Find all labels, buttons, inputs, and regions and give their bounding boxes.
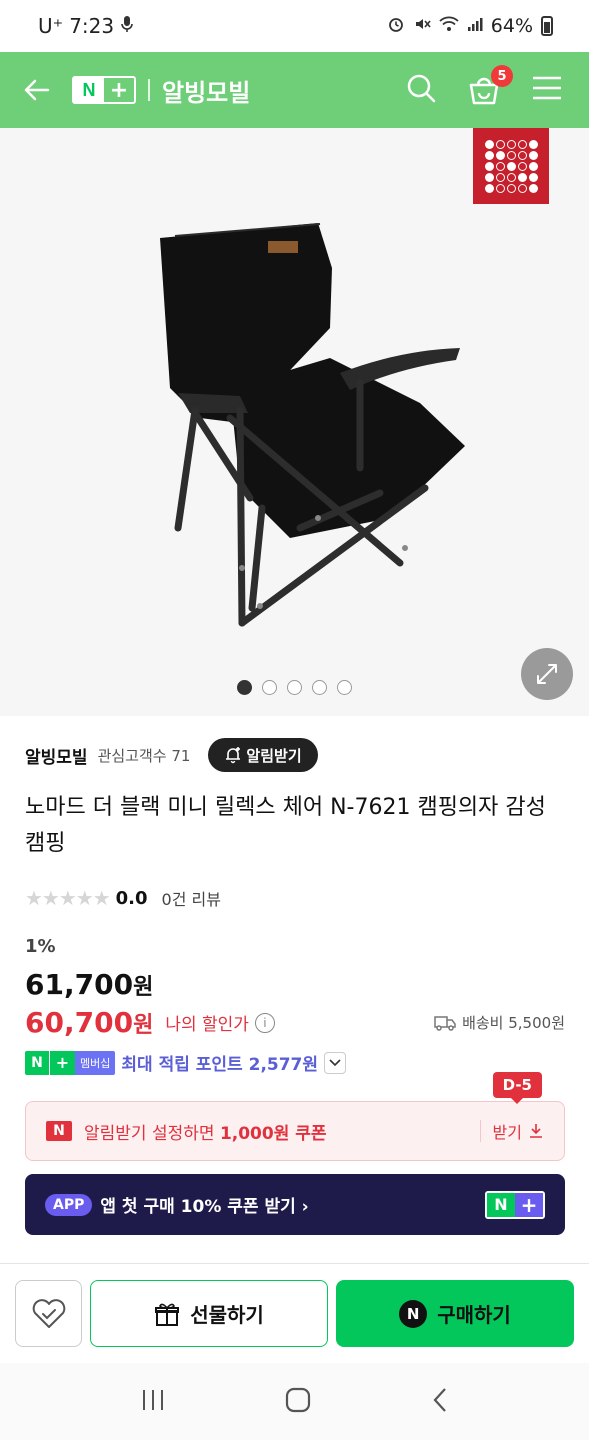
search-button[interactable] xyxy=(405,72,437,108)
carrier-label: U⁺ xyxy=(38,14,64,38)
coupon-receive-label: 받기 xyxy=(492,1123,522,1142)
mic-icon xyxy=(120,15,134,37)
store-followers: 관심고객수 71 xyxy=(97,746,191,765)
shipping-info: 배송비 5,500원 xyxy=(434,1012,565,1033)
alarm-icon xyxy=(387,15,405,38)
purchase-action-bar: 선물하기 N 구매하기 xyxy=(0,1263,589,1363)
product-image-chair xyxy=(160,223,465,627)
app-banner-text: 앱 첫 구매 10% 쿠폰 받기 › xyxy=(100,1197,309,1217)
recent-apps-icon xyxy=(142,1389,163,1410)
home-icon xyxy=(286,1387,311,1412)
membership-label: 멤버십 xyxy=(75,1050,116,1075)
mute-icon xyxy=(413,15,431,38)
status-bar: U⁺ 7:23 64% xyxy=(0,0,589,52)
menu-button[interactable] xyxy=(531,75,563,105)
search-icon xyxy=(407,74,436,103)
info-icon[interactable]: i xyxy=(254,1012,275,1033)
my-sale-label: 나의 할인가 xyxy=(165,1015,249,1035)
nav-divider xyxy=(148,79,150,101)
star-rating-icon: ★★★★★ xyxy=(25,886,111,910)
cart-count-badge: 5 xyxy=(491,65,513,87)
naver-plus-membership-badge: N + 멤버십 xyxy=(25,1050,116,1075)
bell-plus-icon xyxy=(226,747,241,764)
wifi-icon xyxy=(439,15,459,37)
discount-rate: 1% xyxy=(25,936,56,957)
currency-label: 원 xyxy=(133,1013,154,1038)
chevron-left-icon xyxy=(433,1387,446,1412)
currency-label: 원 xyxy=(133,975,154,1000)
gift-icon xyxy=(155,1303,180,1326)
system-nav-bar xyxy=(0,1363,589,1440)
membership-plus: + xyxy=(49,1050,75,1075)
gift-button[interactable]: 선물하기 xyxy=(90,1280,328,1347)
max-points-text: 최대 적립 포인트 2,577원 xyxy=(121,1055,319,1075)
brand-logo xyxy=(473,128,549,204)
wishlist-button[interactable] xyxy=(15,1280,82,1347)
signal-icon xyxy=(467,15,483,37)
truck-icon xyxy=(434,1015,456,1031)
buy-button[interactable]: N 구매하기 xyxy=(336,1280,574,1347)
gallery-dot[interactable] xyxy=(287,680,302,695)
buy-label: 구매하기 xyxy=(437,1303,511,1327)
membership-n: N xyxy=(25,1050,49,1075)
arrow-left-icon xyxy=(24,79,50,101)
app-coupon-banner[interactable]: APP 앱 첫 구매 10% 쿠폰 받기 › N + xyxy=(25,1174,565,1235)
gallery-dot[interactable] xyxy=(312,680,327,695)
back-button[interactable] xyxy=(20,74,52,106)
download-icon xyxy=(530,1124,542,1138)
store-alert-button[interactable]: 알림받기 xyxy=(208,738,318,772)
logo-n: N xyxy=(74,78,104,102)
gift-label: 선물하기 xyxy=(190,1303,264,1327)
original-price-value: 61,700 xyxy=(25,968,134,1001)
membership-points-row[interactable]: N + 멤버십 최대 적립 포인트 2,577원 xyxy=(25,1050,347,1075)
chevron-down-icon[interactable] xyxy=(324,1051,347,1074)
heart-check-icon xyxy=(32,1298,65,1328)
app-logo-plus: + xyxy=(515,1192,543,1217)
coupon-n-icon: N xyxy=(46,1121,72,1141)
shipping-fee: 배송비 5,500원 xyxy=(462,1014,565,1032)
gallery-pagination xyxy=(0,680,589,695)
header-store-name[interactable]: 알빙모빌 xyxy=(162,73,250,108)
store-alert-label: 알림받기 xyxy=(246,746,302,765)
app-tag: APP xyxy=(45,1193,93,1216)
time-label: 7:23 xyxy=(69,14,115,38)
coupon-text-prefix: 알림받기 설정하면 xyxy=(84,1123,220,1144)
gallery-dot[interactable] xyxy=(262,680,277,695)
home-button[interactable] xyxy=(285,1387,311,1417)
system-back-button[interactable] xyxy=(431,1387,449,1417)
hamburger-menu-icon xyxy=(533,76,561,100)
product-title: 노마드 더 블랙 미니 릴렉스 체어 N-7621 캠핑의자 감성캠핑 xyxy=(25,795,546,856)
coupon-text: 알림받기 설정하면 1,000원 쿠폰 xyxy=(84,1119,327,1144)
rating-value: 0.0 xyxy=(115,887,148,909)
top-nav: N + 알빙모빌 5 xyxy=(0,52,589,128)
d-day-badge: D-5 xyxy=(492,1072,542,1104)
coupon-receive-button[interactable]: 받기 xyxy=(479,1120,544,1142)
review-count: 0건 리뷰 xyxy=(161,890,221,909)
naver-pay-n-icon: N xyxy=(399,1299,428,1328)
naver-plus-logo[interactable]: N + xyxy=(72,76,136,104)
cart-button[interactable]: 5 xyxy=(467,65,513,107)
battery-label: 64% xyxy=(490,15,533,37)
coupon-amount: 1,000원 쿠폰 xyxy=(219,1123,327,1144)
store-info-row: 알빙모빌 관심고객수 71 알림받기 xyxy=(25,736,318,774)
sale-price-row: 60,700원 나의 할인가 i 배송비 5,500원 xyxy=(25,1006,565,1039)
alert-coupon-banner[interactable]: D-5 N 알림받기 설정하면 1,000원 쿠폰 받기 xyxy=(25,1072,565,1161)
logo-plus: + xyxy=(109,77,129,103)
gallery-dot[interactable] xyxy=(237,680,252,695)
naver-plus-logo-small: N + xyxy=(485,1190,545,1219)
rating-row[interactable]: ★★★★★ 0.0 0건 리뷰 xyxy=(25,886,221,910)
recent-apps-button[interactable] xyxy=(140,1388,166,1416)
store-name-link[interactable]: 알빙모빌 xyxy=(25,743,88,768)
battery-icon xyxy=(541,16,553,36)
sale-price-value: 60,700 xyxy=(25,1006,134,1039)
sale-price: 60,700원 xyxy=(25,1006,153,1039)
app-logo-n: N xyxy=(487,1192,515,1217)
gallery-dot[interactable] xyxy=(337,680,352,695)
product-image-gallery[interactable] xyxy=(0,128,589,716)
original-price: 61,700원 xyxy=(25,968,153,1001)
